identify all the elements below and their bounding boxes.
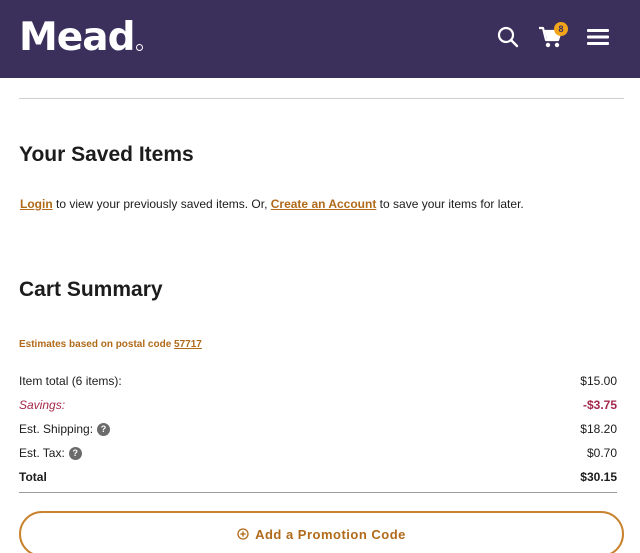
promo-button-content: Add a Promotion Code [21, 527, 622, 542]
promo-button-label: Add a Promotion Code [255, 527, 406, 542]
tax-label-wrap: Est. Tax:? [19, 446, 82, 460]
tax-value: $0.70 [586, 446, 617, 460]
site-header: Mead 8 [0, 0, 640, 78]
cart-count-badge: 8 [554, 22, 568, 36]
search-button[interactable] [497, 26, 519, 48]
shipping-value: $18.20 [580, 422, 617, 436]
total-divider [19, 492, 617, 493]
login-link[interactable]: Login [20, 197, 53, 211]
item-total-value: $15.00 [580, 374, 617, 388]
saved-items-text-middle: to view your previously saved items. Or, [52, 197, 271, 211]
savings-value: -$3.75 [582, 398, 617, 412]
search-icon [497, 26, 519, 48]
total-label: Total [19, 470, 47, 484]
savings-row: Savings: -$3.75 [19, 398, 617, 416]
registered-mark [136, 44, 143, 51]
shipping-help-icon[interactable]: ? [97, 423, 111, 436]
cart-summary-heading: Cart Summary [19, 278, 163, 301]
tax-row: Est. Tax:? $0.70 [19, 446, 617, 464]
divider [19, 98, 624, 99]
saved-items-message: Login to view your previously saved item… [20, 197, 524, 211]
saved-items-text-end: to save your items for later. [376, 197, 524, 211]
create-account-link[interactable]: Create an Account [271, 197, 377, 211]
estimate-text: Estimates based on postal code [19, 339, 175, 350]
shipping-row: Est. Shipping:? $18.20 [19, 422, 617, 440]
mead-logo[interactable]: Mead [19, 14, 135, 62]
shipping-label: Est. Shipping: [19, 422, 94, 436]
tax-help-icon[interactable]: ? [68, 447, 82, 460]
add-promotion-code-button[interactable]: Add a Promotion Code [19, 511, 624, 553]
savings-label: Savings: [19, 398, 66, 412]
tax-label: Est. Tax: [19, 446, 65, 460]
hamburger-menu-icon [587, 29, 609, 45]
shipping-label-wrap: Est. Shipping:? [19, 422, 111, 436]
total-value: $30.15 [580, 470, 617, 484]
saved-items-heading: Your Saved Items [19, 143, 194, 166]
postal-estimate-note: Estimates based on postal code 57717 [19, 339, 202, 350]
item-total-row: Item total (6 items): $15.00 [19, 374, 617, 392]
menu-button[interactable] [587, 28, 609, 46]
item-total-label: Item total (6 items): [19, 374, 122, 388]
total-row: Total $30.15 [19, 470, 617, 488]
postal-code-link[interactable]: 57717 [174, 339, 202, 350]
plus-circle-icon [237, 528, 249, 540]
